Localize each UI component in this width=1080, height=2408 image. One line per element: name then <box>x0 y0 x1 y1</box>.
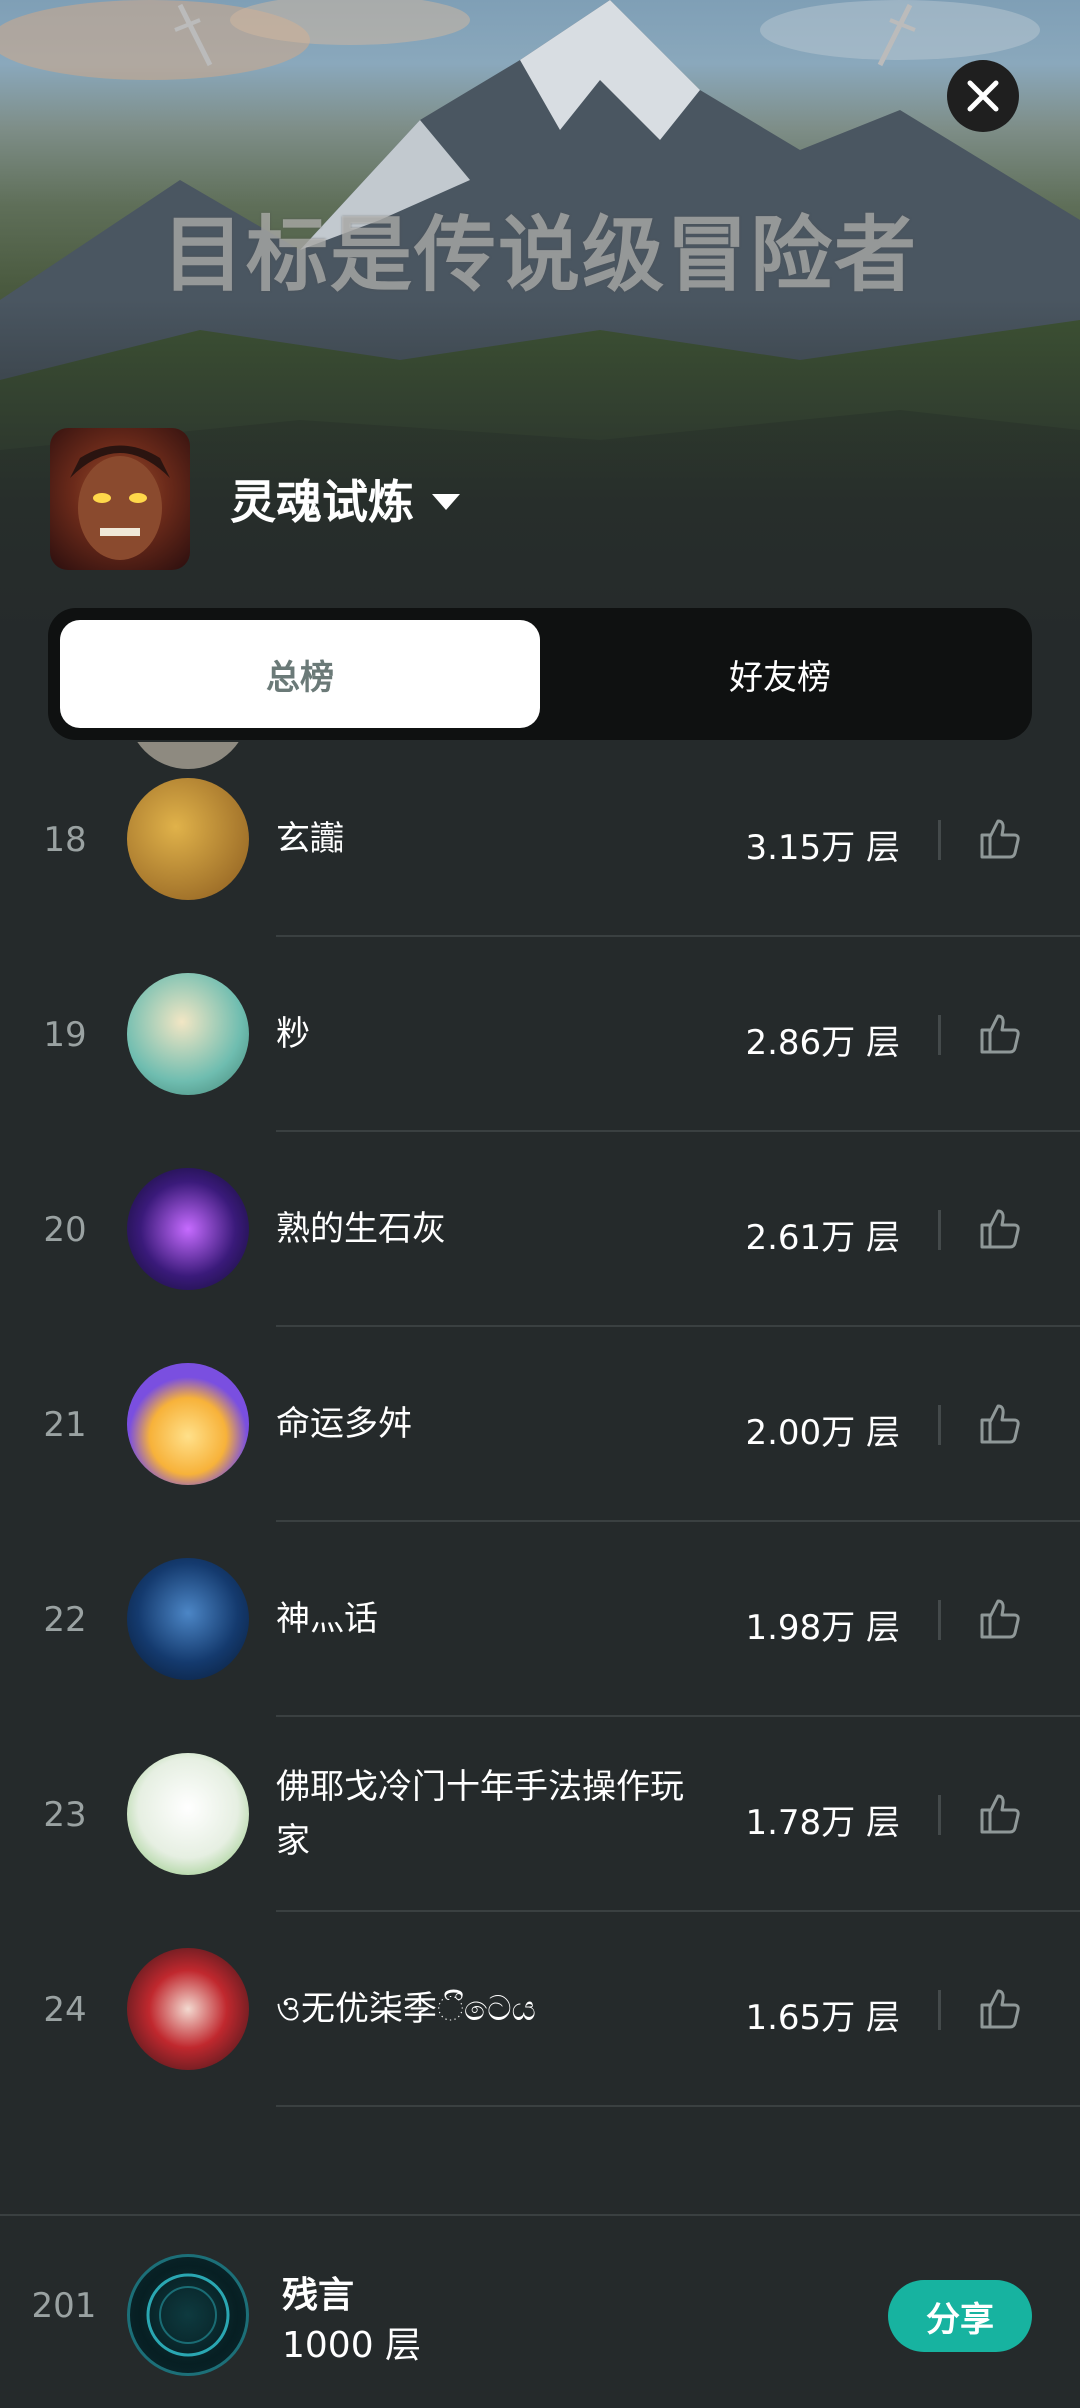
score: 2.86万 层 <box>745 1023 900 1063</box>
score: 2.00万 层 <box>745 1413 900 1453</box>
list-item: 18 玄讟 3.15万 层 <box>0 742 1080 937</box>
rank-number: 21 <box>43 1405 87 1445</box>
score: 1.78万 层 <box>745 1803 900 1843</box>
rank-number: 19 <box>43 1015 87 1055</box>
avatar <box>127 1948 249 2070</box>
game-icon <box>50 428 190 570</box>
tab-overall[interactable]: 总榜 <box>60 620 540 728</box>
player-name: 佛耶戈冷门十年手法操作玩家 <box>276 1767 684 1861</box>
game-selector[interactable]: 灵魂试炼 <box>50 428 460 570</box>
rank-number: 23 <box>43 1795 87 1835</box>
game-name: 灵魂试炼 <box>230 475 414 529</box>
thumbs-up-icon[interactable] <box>976 1010 1024 1058</box>
avatar <box>127 1363 249 1485</box>
avatar <box>127 973 249 1095</box>
score: 3.15万 层 <box>745 828 900 868</box>
rank-number: 18 <box>43 820 87 860</box>
leaderboard-tabs: 总榜 好友榜 <box>48 608 1032 740</box>
avatar <box>127 1168 249 1290</box>
player-name: 熟的生石灰 <box>276 1209 446 1249</box>
close-icon <box>967 80 999 112</box>
list-item: 23 佛耶戈冷门十年手法操作玩家 1.78万 层 <box>0 1717 1080 1912</box>
list-item: 20 熟的生石灰 2.61万 层 <box>0 1132 1080 1327</box>
rank-number: 22 <box>43 1600 87 1640</box>
avatar <box>127 1753 249 1875</box>
banner-title: 目标是传说级冒险者 <box>161 207 918 303</box>
dropdown-caret-icon <box>432 494 460 510</box>
thumbs-up-icon[interactable] <box>976 1985 1024 2033</box>
share-button[interactable]: 分享 <box>888 2280 1032 2352</box>
player-name: ও无优柒季ීටෙය <box>276 1989 536 2029</box>
avatar <box>127 1558 249 1680</box>
score: 1.65万 层 <box>745 1998 900 2038</box>
thumbs-up-icon[interactable] <box>976 815 1024 863</box>
thumbs-up-icon[interactable] <box>976 1595 1024 1643</box>
rank-number: 20 <box>43 1210 87 1250</box>
sword-icon <box>877 3 916 67</box>
my-rank-bar: 201 残言 1000 层 分享 <box>0 2214 1080 2408</box>
list-item: 21 命运多舛 2.00万 层 <box>0 1327 1080 1522</box>
list-item: 24 ও无优柒季ීටෙය 1.65万 层 <box>0 1912 1080 2107</box>
list-item: 19 粆 2.86万 层 <box>0 937 1080 1132</box>
avatar <box>127 778 249 900</box>
ranking-list[interactable]: 18 玄讟 3.15万 层 19 粆 2.86万 层 20 熟的生石灰 2.61… <box>0 742 1080 2214</box>
thumbs-up-icon[interactable] <box>976 1205 1024 1253</box>
thumbs-up-icon[interactable] <box>976 1400 1024 1448</box>
avatar <box>127 2254 249 2376</box>
player-name: 神灬话 <box>276 1599 378 1639</box>
my-name: 残言 <box>282 2275 355 2316</box>
rank-number: 24 <box>43 1990 87 2030</box>
player-name: 粆 <box>276 1014 310 1054</box>
tab-friends[interactable]: 好友榜 <box>540 620 1020 728</box>
my-rank-number: 201 <box>31 2286 97 2326</box>
my-score: 1000 层 <box>282 2325 422 2366</box>
sword-icon <box>174 3 213 67</box>
score: 2.61万 层 <box>745 1218 900 1258</box>
score: 1.98万 层 <box>745 1608 900 1648</box>
player-name: 玄讟 <box>276 819 344 859</box>
list-item: 22 神灬话 1.98万 层 <box>0 1522 1080 1717</box>
close-button[interactable] <box>947 60 1019 132</box>
thumbs-up-icon[interactable] <box>976 1790 1024 1838</box>
player-name: 命运多舛 <box>276 1404 412 1444</box>
